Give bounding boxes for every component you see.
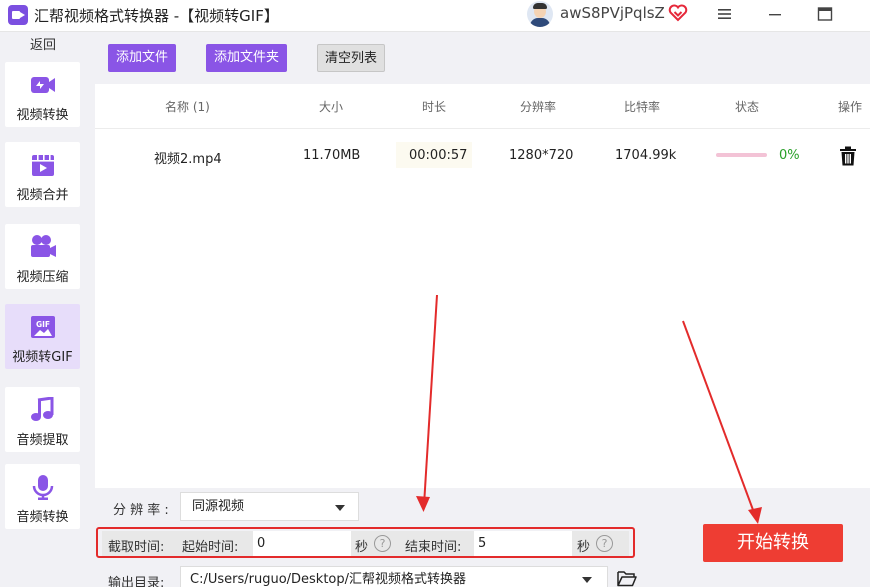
file-resolution: 1280*720 <box>509 148 574 163</box>
sidebar-item-label: 视频转换 <box>16 108 69 123</box>
gif-icon: GIF <box>31 316 55 338</box>
column-header-name: 名称 (1) <box>165 100 210 114</box>
column-header-size: 大小 <box>319 100 344 114</box>
highlight-box <box>96 527 635 558</box>
title-bar: 汇帮视频格式转换器 -【视频转GIF】 awS8PVjPqlsZ <box>0 0 870 32</box>
add-folder-button[interactable]: 添加文件夹 <box>206 44 287 72</box>
sidebar-item-label: 视频合并 <box>16 188 69 203</box>
app-logo-icon <box>8 5 28 25</box>
sidebar-item-video-merge[interactable]: 视频合并 <box>5 142 80 207</box>
menu-icon[interactable] <box>716 6 734 22</box>
sidebar-item-label: 音频提取 <box>16 433 69 448</box>
chevron-down-icon <box>582 577 592 583</box>
clear-list-button[interactable]: 清空列表 <box>317 44 385 72</box>
add-file-button[interactable]: 添加文件 <box>108 44 176 72</box>
sidebar: 返回 视频转换 视频合并 视频压缩 GIF 视频转GIF 音频提取 音频转换 <box>0 32 92 587</box>
output-dir-label: 输出目录: <box>108 576 165 587</box>
folder-open-icon[interactable] <box>617 570 637 587</box>
chevron-down-icon <box>335 505 345 511</box>
file-bitrate: 1704.99k <box>615 148 677 163</box>
sidebar-item-label: 音频转换 <box>16 510 69 525</box>
output-dir-select[interactable]: C:/Users/ruguo/Desktop/汇帮视频格式转换器 <box>180 566 608 587</box>
start-convert-button[interactable]: 开始转换 <box>703 524 843 562</box>
file-duration: 00:00:57 <box>409 148 468 163</box>
video-convert-icon <box>31 77 55 93</box>
back-button[interactable]: 返回 <box>0 32 86 58</box>
sidebar-item-video-compress[interactable]: 视频压缩 <box>5 224 80 289</box>
column-header-status: 状态 <box>735 100 760 114</box>
file-table: 名称 (1) 大小 时长 分辨率 比特率 状态 操作 视频2.mp4 11.70… <box>95 84 870 488</box>
username[interactable]: awS8PVjPqlsZ <box>560 4 665 22</box>
column-header-duration: 时长 <box>422 100 447 114</box>
file-size: 11.70MB <box>303 148 361 163</box>
sidebar-item-video-to-gif[interactable]: GIF 视频转GIF <box>5 304 80 369</box>
resolution-label: 分 辨 率 : <box>113 503 169 518</box>
video-merge-icon <box>32 155 54 176</box>
column-header-action: 操作 <box>838 100 863 114</box>
sidebar-item-audio-extract[interactable]: 音频提取 <box>5 387 80 452</box>
maximize-icon[interactable] <box>817 6 833 22</box>
sidebar-item-audio-convert[interactable]: 音频转换 <box>5 464 80 529</box>
column-header-bitrate: 比特率 <box>624 100 661 114</box>
user-avatar[interactable] <box>527 1 553 27</box>
svg-text:GIF: GIF <box>36 320 50 329</box>
sidebar-item-label: 视频转GIF <box>12 350 73 365</box>
header-divider <box>95 128 870 129</box>
resolution-value: 同源视频 <box>192 499 245 514</box>
minimize-icon[interactable] <box>767 6 783 22</box>
vip-heart-icon[interactable] <box>668 3 688 23</box>
app-title: 汇帮视频格式转换器 -【视频转GIF】 <box>34 7 279 25</box>
trash-icon[interactable] <box>839 146 857 166</box>
file-name: 视频2.mp4 <box>154 152 222 167</box>
resolution-select[interactable]: 同源视频 <box>180 492 359 521</box>
output-dir-path: C:/Users/ruguo/Desktop/汇帮视频格式转换器 <box>190 572 467 587</box>
column-header-resolution: 分辨率 <box>520 100 557 114</box>
progress-bar <box>716 153 767 157</box>
sidebar-item-video-convert[interactable]: 视频转换 <box>5 62 80 127</box>
status-percent: 0% <box>779 148 800 163</box>
microphone-icon <box>32 475 54 500</box>
sidebar-item-label: 视频压缩 <box>16 270 69 285</box>
video-compress-icon <box>31 235 56 257</box>
music-note-icon <box>31 397 54 421</box>
